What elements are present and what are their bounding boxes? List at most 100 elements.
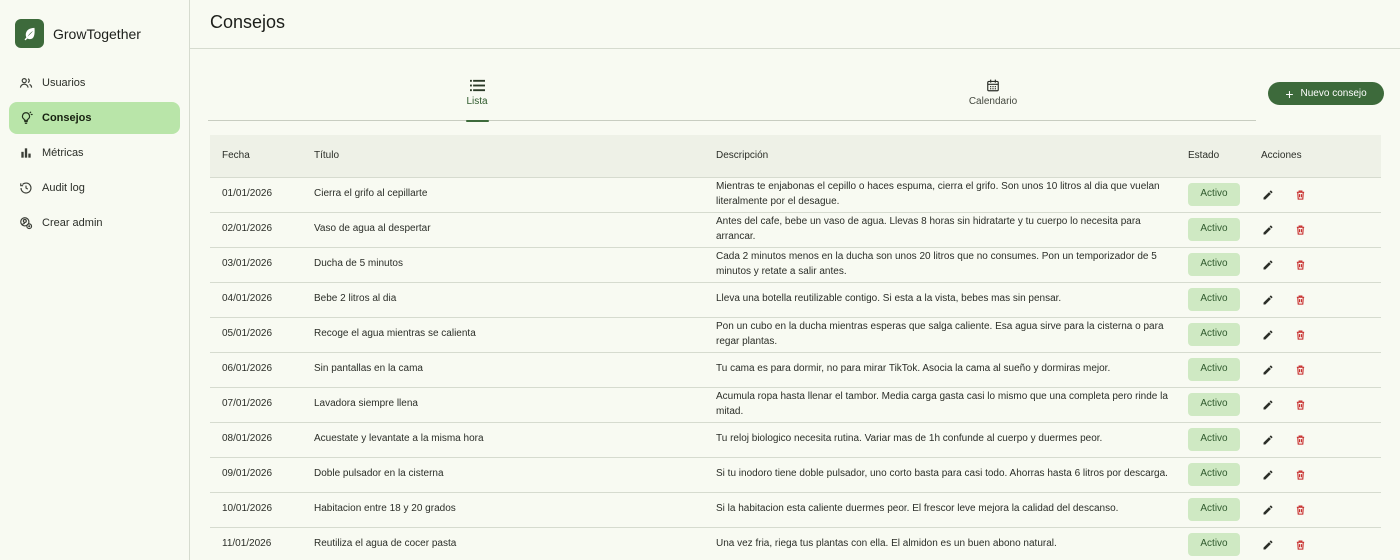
cell-title: Bebe 2 litros al dia [302, 282, 702, 318]
cell-title: Sin pantallas en la cama [302, 352, 702, 388]
delete-button[interactable] [1290, 324, 1312, 346]
column-header-fecha[interactable]: Fecha [210, 135, 302, 178]
delete-button[interactable] [1290, 254, 1312, 276]
table-row[interactable]: 03/01/2026 Ducha de 5 minutos Cada 2 min… [210, 247, 1381, 283]
table-row[interactable]: 02/01/2026 Vaso de agua al despertar Ant… [210, 212, 1381, 248]
edit-button[interactable] [1257, 429, 1279, 451]
status-badge: Activo [1188, 183, 1240, 206]
table-row[interactable]: 04/01/2026 Bebe 2 litros al dia Lleva un… [210, 282, 1381, 318]
delete-button[interactable] [1290, 429, 1312, 451]
sidebar-item-metricas[interactable]: Métricas [9, 137, 180, 169]
leaf-icon [15, 19, 44, 48]
pencil-icon [1263, 505, 1273, 514]
edit-button[interactable] [1257, 359, 1279, 381]
sidebar-item-crear-admin[interactable]: Crear admin [9, 207, 180, 239]
status-badge: Activo [1188, 358, 1240, 381]
cell-title: Habitacion entre 18 y 20 grados [302, 492, 702, 528]
cell-date: 04/01/2026 [210, 282, 302, 318]
cell-description: Lleva una botella reutilizable contigo. … [702, 282, 1188, 318]
new-tip-label: Nuevo consejo [1300, 88, 1367, 99]
delete-button[interactable] [1290, 184, 1312, 206]
table-header-row: Fecha Título Descripción Estado Acciones [210, 135, 1381, 178]
cell-description: Tu reloj biologico necesita rutina. Vari… [702, 422, 1188, 458]
cell-description: Si tu inodoro tiene doble pulsador, uno … [702, 457, 1188, 493]
column-header-descripcion[interactable]: Descripción [702, 135, 1188, 178]
tab-calendario[interactable]: Calendario [933, 70, 1053, 121]
table-row[interactable]: 06/01/2026 Sin pantallas en la cama Tu c… [210, 352, 1381, 388]
trash-icon [1297, 225, 1305, 235]
table-body: 01/01/2026 Cierra el grifo al cepillarte… [210, 177, 1381, 560]
delete-button[interactable] [1290, 359, 1312, 381]
cell-description: Antes del cafe, bebe un vaso de agua. Ll… [702, 212, 1188, 248]
column-header-acciones: Acciones [1249, 135, 1381, 178]
trash-icon [1297, 400, 1305, 410]
trash-icon [1297, 260, 1305, 270]
cell-title: Vaso de agua al despertar [302, 212, 702, 248]
page-title: Consejos [210, 12, 286, 32]
trash-icon [1297, 540, 1305, 550]
brand[interactable]: GrowTogether [15, 19, 141, 48]
pencil-icon [1263, 260, 1273, 269]
table-row[interactable]: 01/01/2026 Cierra el grifo al cepillarte… [210, 177, 1381, 213]
edit-button[interactable] [1257, 324, 1279, 346]
users-icon [19, 76, 33, 90]
table-row[interactable]: 05/01/2026 Recoge el agua mientras se ca… [210, 317, 1381, 353]
sidebar-item-usuarios[interactable]: Usuarios [9, 67, 180, 99]
cell-title: Cierra el grifo al cepillarte [302, 177, 702, 213]
table-row[interactable]: 09/01/2026 Doble pulsador en la cisterna… [210, 457, 1381, 493]
tips-table: Fecha Título Descripción Estado Acciones… [210, 135, 1381, 560]
history-icon [19, 181, 33, 195]
cell-date: 03/01/2026 [210, 247, 302, 283]
delete-button[interactable] [1290, 464, 1312, 486]
delete-button[interactable] [1290, 499, 1312, 521]
edit-button[interactable] [1257, 289, 1279, 311]
top-header: Consejos [190, 0, 1400, 49]
calendar-icon [986, 77, 1000, 93]
cell-description: Una vez fria, riega tus plantas con ella… [702, 527, 1188, 560]
sidebar-item-audit-log[interactable]: Audit log [9, 172, 180, 204]
pencil-icon [1263, 225, 1273, 234]
status-badge: Activo [1188, 218, 1240, 241]
edit-button[interactable] [1257, 499, 1279, 521]
trash-icon [1297, 365, 1305, 375]
add-admin-icon [19, 216, 33, 230]
cell-title: Reutiliza el agua de cocer pasta [302, 527, 702, 560]
delete-button[interactable] [1290, 219, 1312, 241]
delete-button[interactable] [1290, 534, 1312, 556]
edit-button[interactable] [1257, 534, 1279, 556]
edit-button[interactable] [1257, 394, 1279, 416]
cell-title: Acuestate y levantate a la misma hora [302, 422, 702, 458]
sidebar-item-label: Consejos [42, 112, 92, 124]
edit-button[interactable] [1257, 464, 1279, 486]
delete-button[interactable] [1290, 394, 1312, 416]
cell-description: Pon un cubo en la ducha mientras esperas… [702, 317, 1188, 353]
sidebar-item-consejos[interactable]: Consejos [9, 102, 180, 134]
cell-date: 05/01/2026 [210, 317, 302, 353]
edit-button[interactable] [1257, 254, 1279, 276]
status-badge: Activo [1188, 463, 1240, 486]
cell-date: 11/01/2026 [210, 527, 302, 560]
delete-button[interactable] [1290, 289, 1312, 311]
pencil-icon [1263, 330, 1273, 339]
column-header-estado[interactable]: Estado [1188, 135, 1249, 178]
new-tip-button[interactable]: + Nuevo consejo [1268, 82, 1384, 105]
cell-description: Tu cama es para dormir, no para mirar Ti… [702, 352, 1188, 388]
status-badge: Activo [1188, 498, 1240, 521]
lightbulb-icon [19, 111, 33, 125]
table-row[interactable]: 10/01/2026 Habitacion entre 18 y 20 grad… [210, 492, 1381, 528]
pencil-icon [1263, 365, 1273, 374]
cell-title: Lavadora siempre llena [302, 387, 702, 423]
table-row[interactable]: 07/01/2026 Lavadora siempre llena Acumul… [210, 387, 1381, 423]
cell-description: Mientras te enjabonas el cepillo o haces… [702, 177, 1188, 213]
sidebar-item-label: Usuarios [42, 77, 86, 89]
edit-button[interactable] [1257, 184, 1279, 206]
tab-lista[interactable]: Lista [417, 70, 537, 122]
cell-date: 06/01/2026 [210, 352, 302, 388]
pencil-icon [1263, 470, 1273, 479]
cell-description: Acumula ropa hasta llenar el tambor. Med… [702, 387, 1188, 423]
table-row[interactable]: 08/01/2026 Acuestate y levantate a la mi… [210, 422, 1381, 458]
status-badge: Activo [1188, 323, 1240, 346]
column-header-titulo[interactable]: Título [302, 135, 702, 178]
edit-button[interactable] [1257, 219, 1279, 241]
table-row[interactable]: 11/01/2026 Reutiliza el agua de cocer pa… [210, 527, 1381, 560]
